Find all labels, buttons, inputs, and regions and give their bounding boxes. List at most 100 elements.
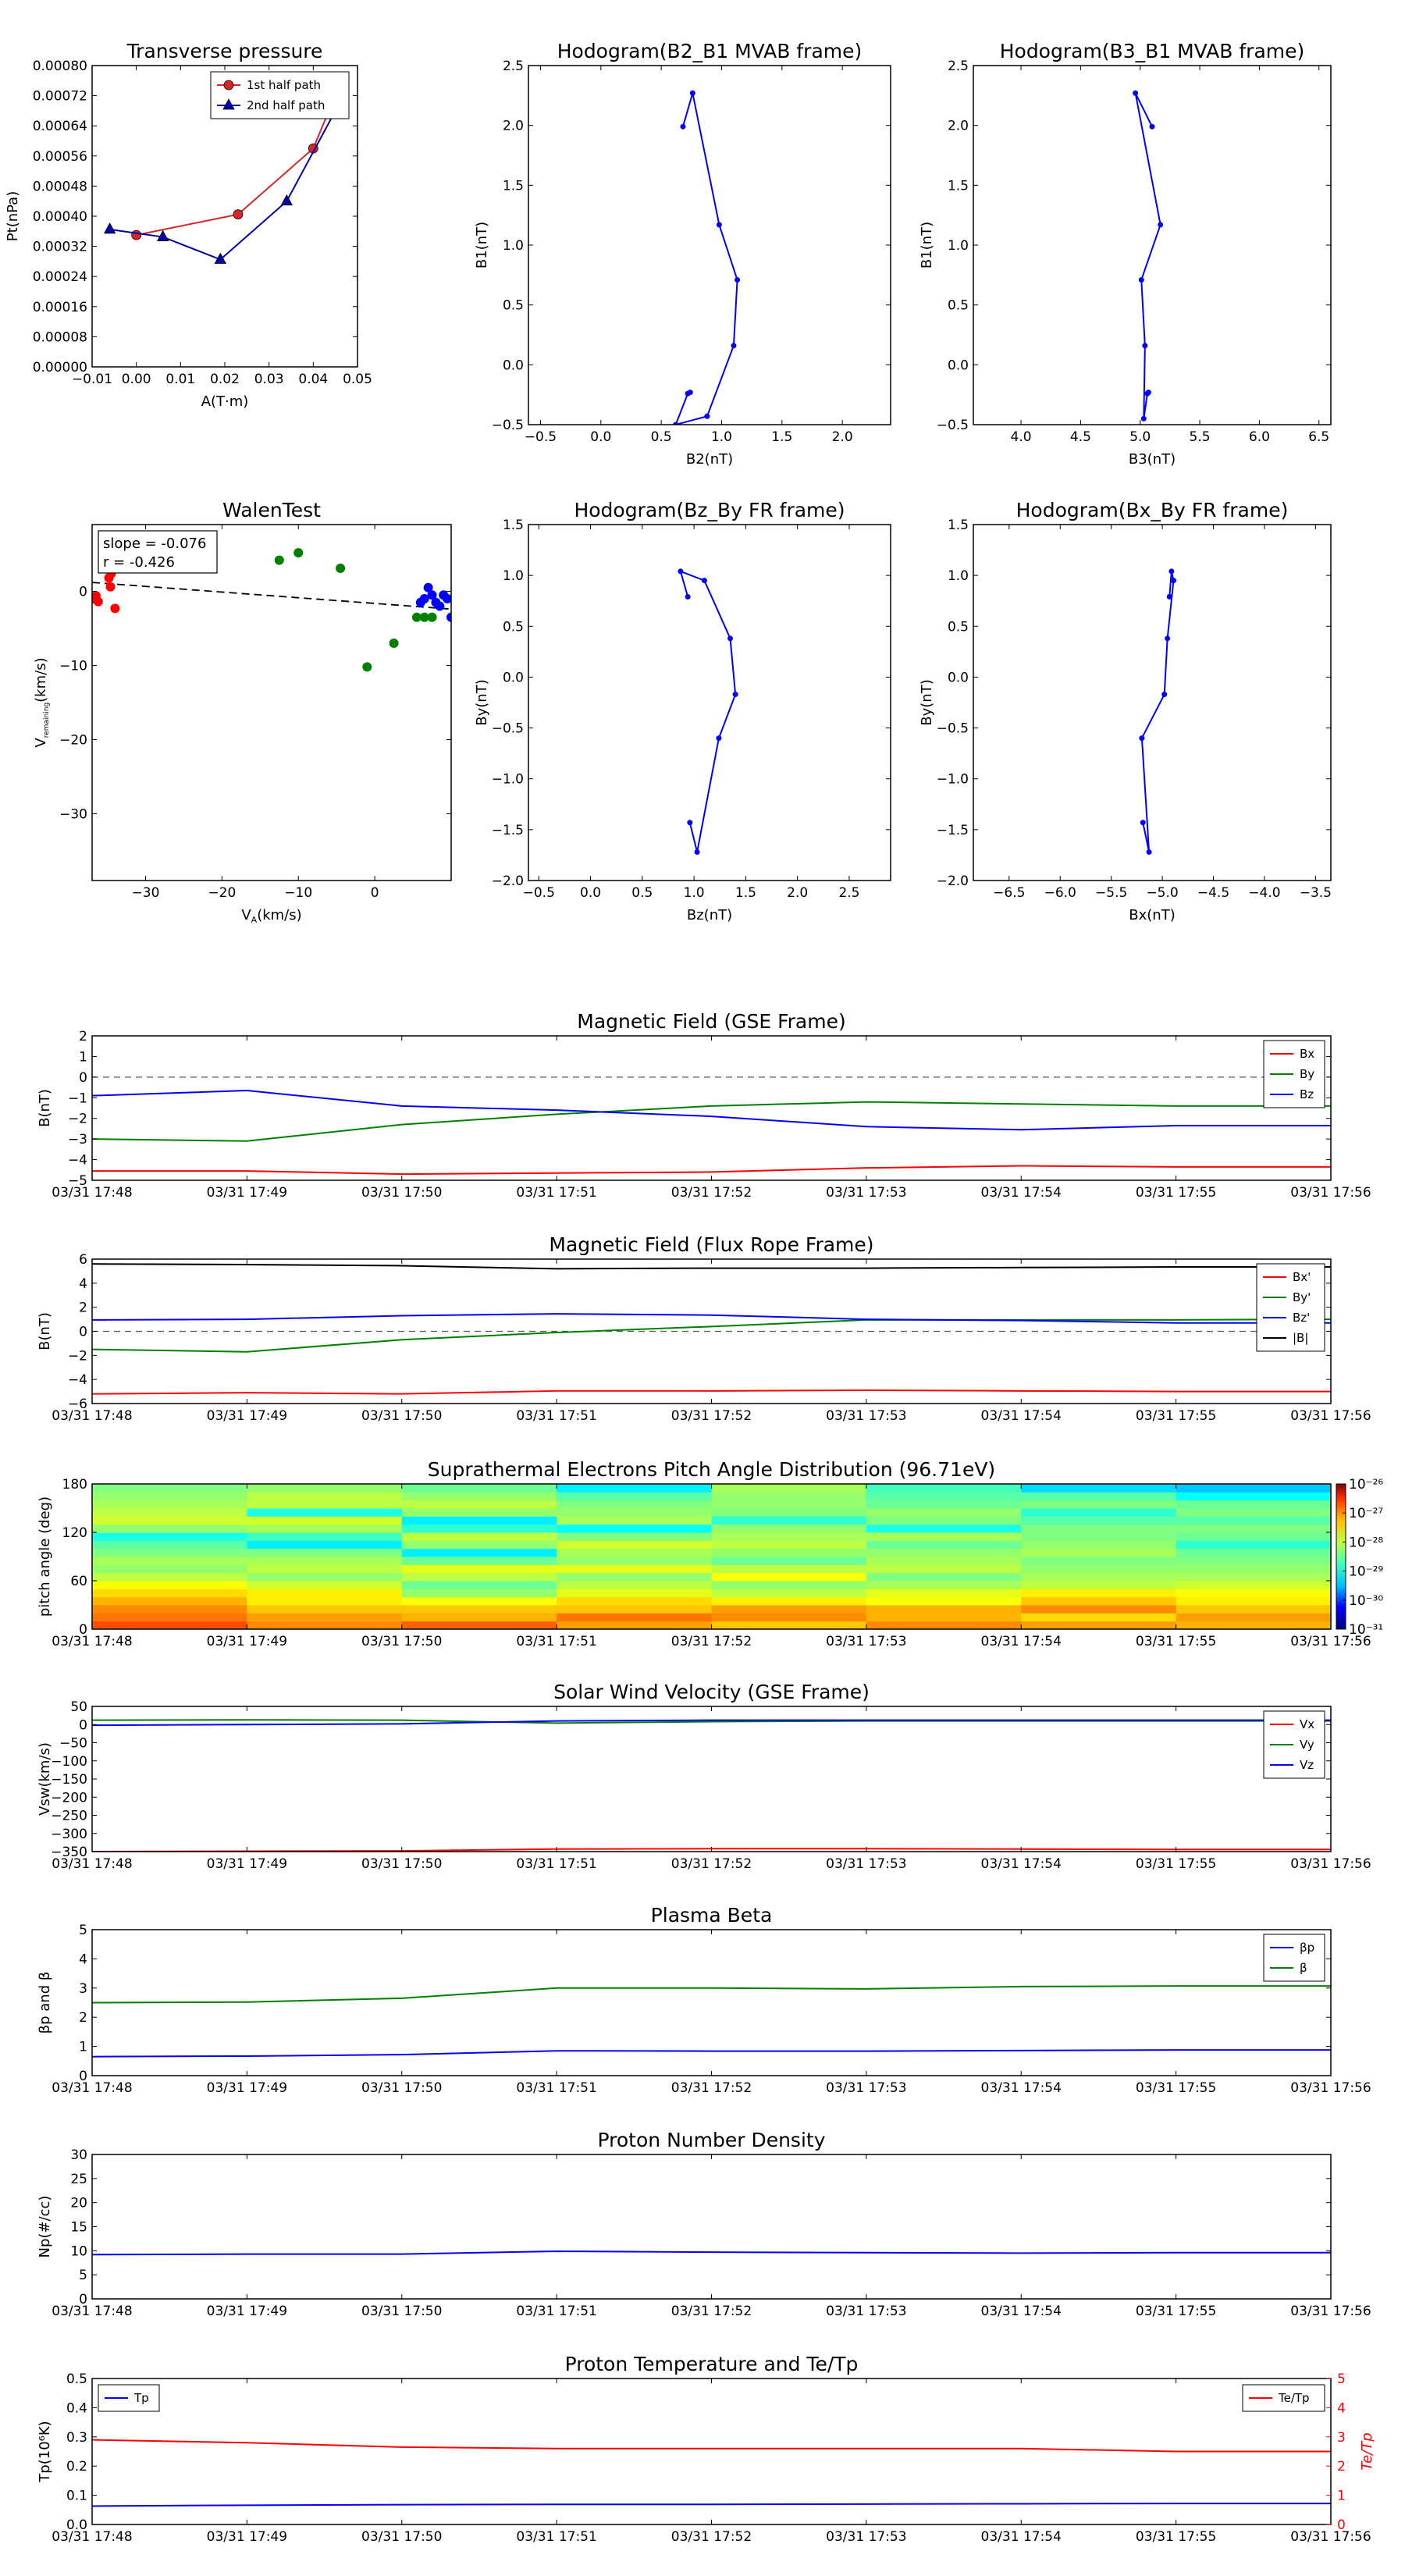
heatmap-cell [866, 1572, 1022, 1582]
legend-label: Bz' [1293, 1311, 1310, 1325]
heatmap-cell [92, 1484, 247, 1493]
data-point [1149, 123, 1155, 130]
heatmap-cell [247, 1557, 403, 1565]
y-tick-label: −0.5 [937, 418, 969, 433]
heatmap-cell [711, 1557, 867, 1565]
x-tick-label: 03/31 17:53 [826, 2304, 906, 2319]
heatmap-cell [1021, 1557, 1177, 1565]
x-tick-label: 0.0 [580, 885, 601, 901]
x-tick-label: 03/31 17:56 [1290, 1185, 1371, 1201]
heatmap-cell [711, 1548, 867, 1557]
chart-title: Solar Wind Velocity (GSE Frame) [553, 1681, 870, 1703]
series-line [92, 2049, 1331, 2058]
x-tick-label: 03/31 17:50 [361, 1634, 442, 1649]
series-Bz- [92, 1313, 1331, 1324]
heatmap-cell [866, 1564, 1022, 1574]
chart-title: Magnetic Field (GSE Frame) [577, 1010, 845, 1033]
y-tick-label: 0.00032 [33, 240, 87, 255]
y-tick-label: −3 [68, 1132, 87, 1147]
heatmap-cell [92, 1572, 247, 1582]
chart-title: Hodogram(B3_B1 MVAB frame) [1000, 40, 1305, 62]
y-tick-label: 30 [70, 2147, 87, 2163]
chart-walen: −30 −20 −10 0 −30 −20 −10 0 WalenTest VA(km/s) Vre… [33, 499, 452, 925]
heatmap-cell [557, 1564, 712, 1574]
heatmap-cell [247, 1596, 403, 1606]
heatmap-cell [1021, 1540, 1177, 1550]
y-tick-label: 1.5 [503, 178, 524, 194]
chart-vsw: 03/31 17:48 03/31 17:49 03/31 17:50 03/31 1… [37, 1681, 1371, 1872]
chart-title: Hodogram(Bz_By FR frame) [574, 499, 845, 521]
heatmap-cell [1176, 1540, 1331, 1550]
series-line [92, 1719, 1331, 1727]
y-tick-label: 5 [79, 2268, 87, 2283]
data-point [1146, 849, 1152, 856]
heatmap-cell [247, 1621, 403, 1629]
y-tick-label: 2.5 [948, 59, 969, 74]
plot-area [92, 1076, 1331, 1176]
y-tick-label: 0 [79, 2292, 87, 2307]
heatmap-cell [92, 1621, 247, 1629]
x-tick-label: 0.0 [590, 429, 611, 445]
y-tick-label: 4 [79, 1952, 87, 1967]
y-tick-label: 0.3 [66, 2430, 87, 2446]
legend: βp β [1263, 1934, 1325, 1982]
y-tick-label: 1.0 [948, 568, 969, 584]
colorbar-tick-label: 10⁻²⁷ [1349, 1506, 1383, 1521]
x-tick-label: −5.5 [1095, 885, 1127, 901]
y-tick-label: 0.5 [503, 298, 524, 314]
y-tick-label: −50 [59, 1736, 87, 1752]
chart-title: Hodogram(B2_B1 MVAB frame) [557, 40, 863, 62]
chart-np: 03/31 17:48 03/31 17:49 03/31 17:50 03/31 1… [37, 2129, 1371, 2319]
x-tick-label: 03/31 17:55 [1136, 1408, 1216, 1424]
heatmap-cell [1021, 1500, 1177, 1509]
y-axis-label: B(nT) [37, 1312, 53, 1350]
x-tick-label: 6.0 [1249, 429, 1270, 445]
x-tick-label: −5.0 [1146, 885, 1178, 901]
heatmap-cell [92, 1589, 247, 1598]
x-tick-label: 03/31 17:49 [207, 1408, 287, 1424]
chart-hodo_bz_by: −0.5 0.0 0.5 1.0 1.5 2.0 2.5 −2.0 −1.5 −1.0 −0.5 0.… [474, 499, 891, 923]
chart-mag_gse: 03/31 17:48 03/31 17:49 03/31 17:50 03/31 1… [37, 1010, 1371, 1201]
y-tick-label: −4 [68, 1372, 87, 1388]
plot-frame [973, 524, 1332, 881]
heatmap-cell [247, 1605, 403, 1614]
x-tick-label: 1.0 [684, 885, 705, 901]
heatmap-cell [711, 1532, 867, 1541]
data-point [131, 229, 142, 240]
x-tick-label: 03/31 17:55 [1136, 1856, 1216, 1872]
heatmap-cell [401, 1572, 557, 1582]
heatmap-cell [866, 1589, 1022, 1598]
y-right-tick-label: 1 [1337, 2489, 1346, 2504]
plot-area [92, 2439, 1331, 2507]
x-tick-label: 03/31 17:48 [52, 1634, 132, 1649]
x-tick-label: 03/31 17:49 [207, 1185, 287, 1201]
heatmap-cell [866, 1605, 1022, 1614]
x-tick-label: 03/31 17:54 [981, 1856, 1062, 1872]
x-tick-label: 03/31 17:55 [1136, 2304, 1216, 2319]
heatmap-cell [92, 1596, 247, 1606]
plot-area [92, 1263, 1331, 1395]
x-tick-label: 03/31 17:56 [1290, 2304, 1371, 2319]
heatmap-cell [711, 1589, 867, 1598]
heatmap-cell [557, 1613, 712, 1622]
series-Bx- [92, 1389, 1331, 1395]
x-tick-label: 03/31 17:52 [671, 1856, 752, 1872]
y-tick-label: 0.5 [66, 2371, 87, 2387]
y-tick-label: −2.0 [492, 873, 524, 889]
annotation-line: r = -0.426 [103, 554, 175, 571]
y-tick-label: 0.0 [948, 670, 969, 685]
x-axis-label-tail: (km/s) [257, 907, 301, 923]
chart-title: Proton Temperature and Te/Tp [565, 2353, 859, 2375]
heatmap-cell [711, 1596, 867, 1606]
series-line [92, 1165, 1331, 1176]
x-tick-label: 03/31 17:54 [981, 2080, 1062, 2096]
chart-transverse_pressure: −0.01 0.00 0.01 0.02 0.03 0.04 0.050.000000.00… [5, 40, 372, 410]
x-tick-label: −6.5 [993, 885, 1025, 901]
x-tick-label: 03/31 17:54 [981, 1634, 1062, 1649]
y-tick-label: 0.00040 [33, 209, 87, 225]
y-tick-label: 0.00080 [33, 59, 87, 74]
heatmap-cell [1021, 1524, 1177, 1533]
data-point [233, 209, 244, 219]
plot-area [1133, 90, 1164, 422]
legend: 1st half path 2nd half path [210, 71, 350, 119]
